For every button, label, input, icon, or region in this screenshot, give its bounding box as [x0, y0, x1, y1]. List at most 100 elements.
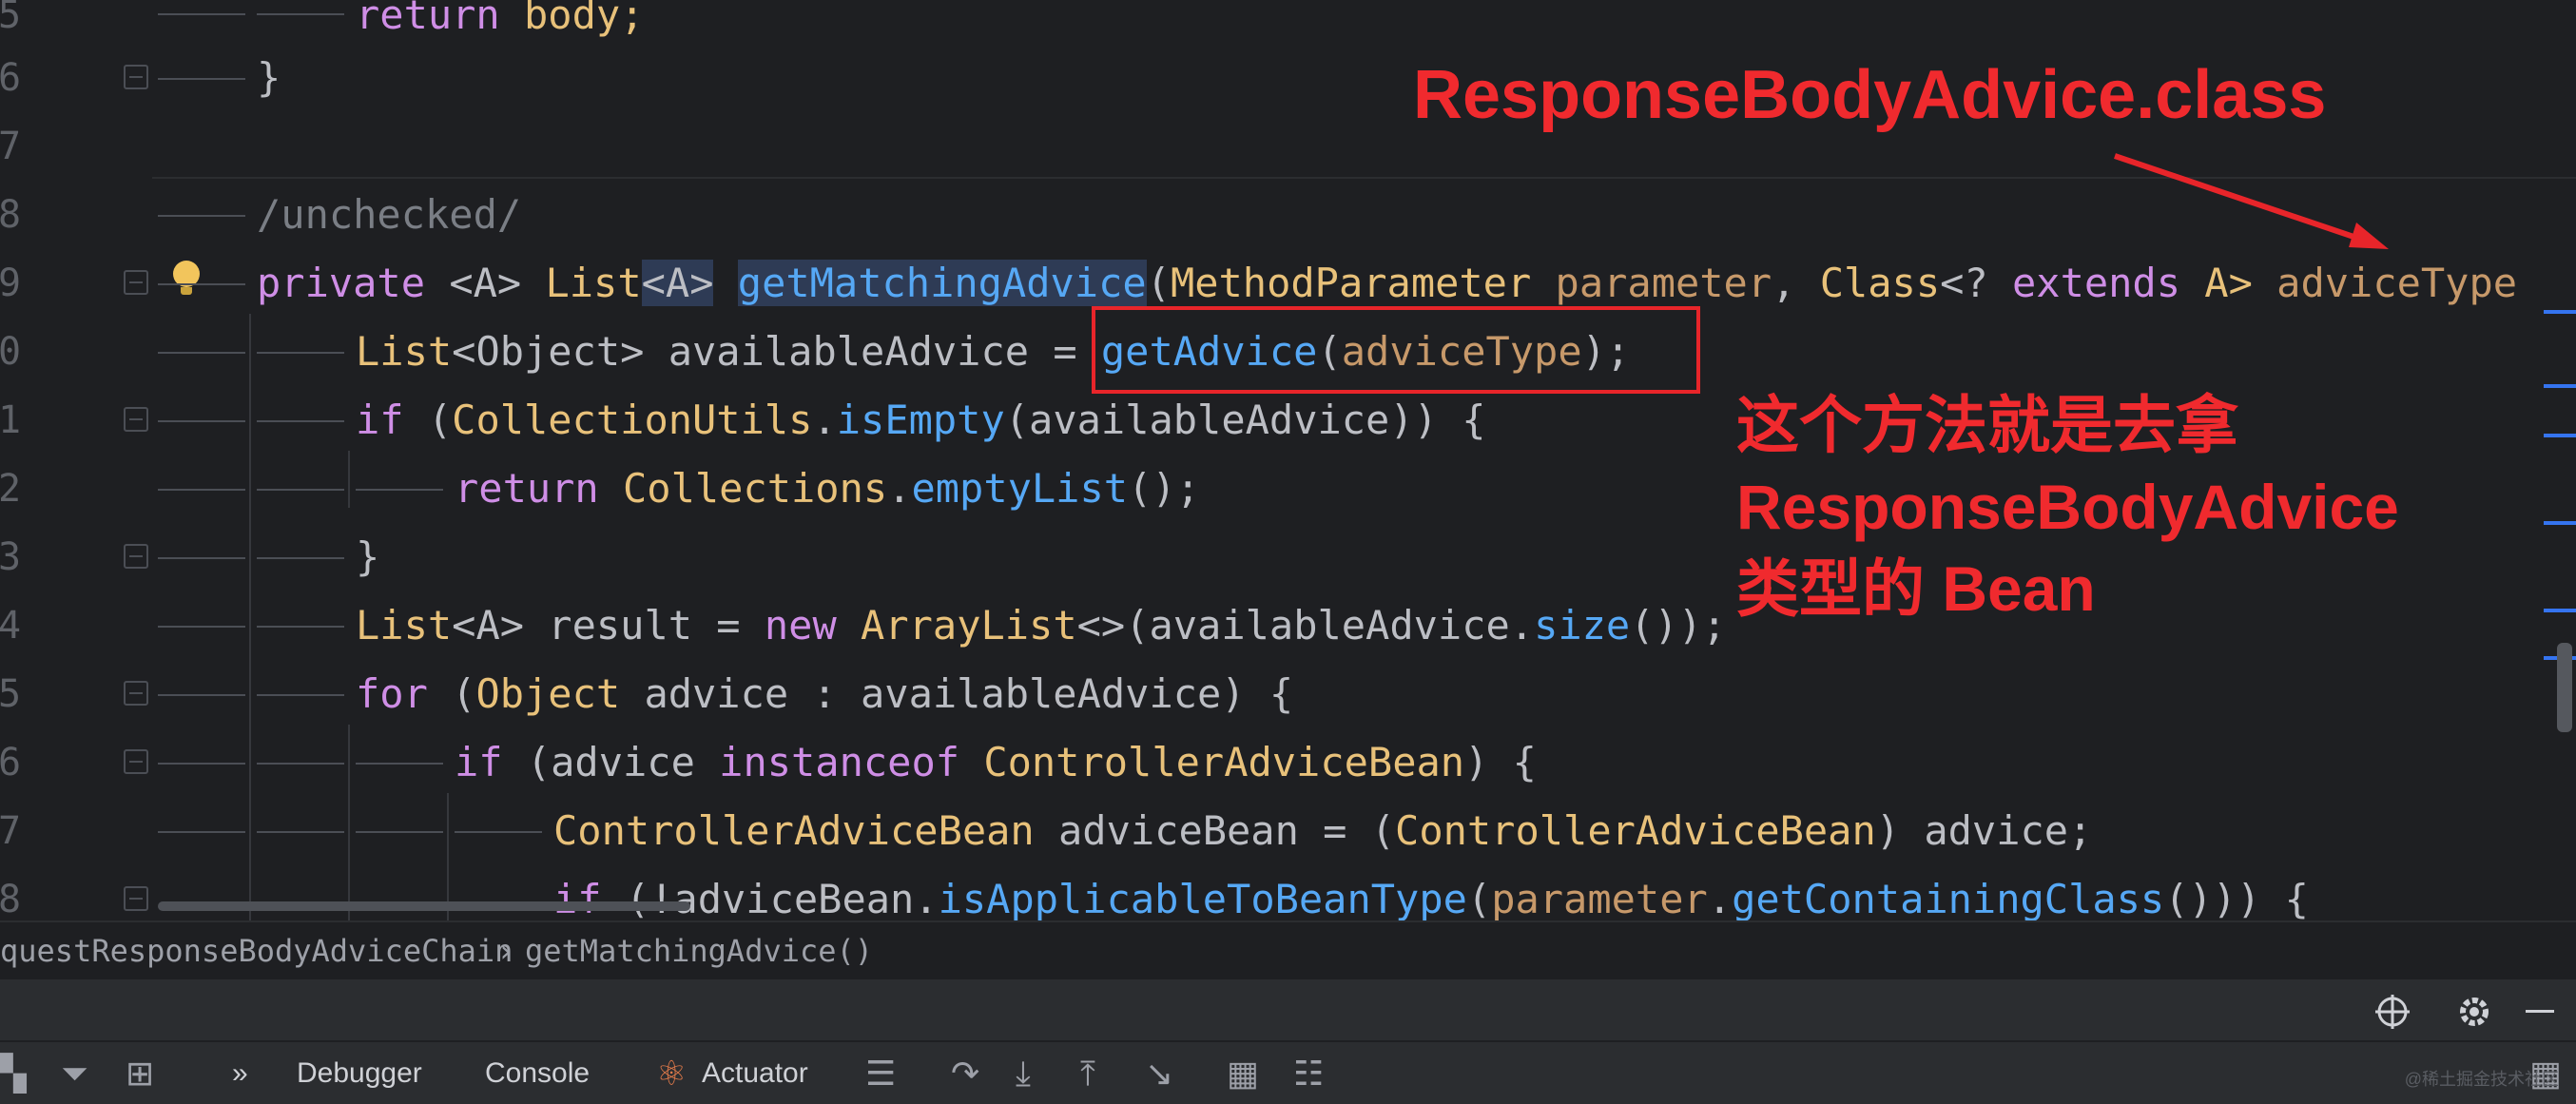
tab-console[interactable]: Console: [485, 1042, 590, 1104]
keyword: for: [356, 670, 428, 717]
method-call: isApplicableToBeanType: [938, 876, 1467, 920]
type-name: Object: [475, 670, 621, 717]
type-name: ControllerAdviceBean: [553, 807, 1035, 854]
code-text: <Object>: [452, 328, 645, 375]
code-line[interactable]: return body;: [356, 0, 644, 49]
code-text: (advice: [502, 739, 720, 785]
keyword: private: [257, 260, 426, 306]
scroll-marker: [2544, 609, 2576, 612]
indent-dash: [455, 831, 542, 833]
keyword: if: [356, 397, 404, 443]
code-line[interactable]: }: [257, 44, 281, 112]
step-over-icon[interactable]: ↷: [951, 1042, 979, 1104]
code-line[interactable]: if (!adviceBean.isApplicableToBeanType(p…: [553, 865, 2309, 920]
type-name: List: [356, 328, 453, 375]
code-line[interactable]: for (Object advice : availableAdvice) {: [356, 660, 1293, 728]
code-text: (: [403, 397, 453, 443]
indent-dash: [158, 626, 245, 628]
code-text: (!adviceBean.: [601, 876, 939, 920]
code-line[interactable]: ControllerAdviceBean adviceBean = (Contr…: [553, 797, 2092, 865]
fold-marker-icon[interactable]: [124, 270, 148, 295]
indent-dash: [158, 215, 245, 217]
code-line[interactable]: }: [356, 523, 379, 591]
line-number: 6: [0, 56, 22, 100]
tab-debugger[interactable]: Debugger: [297, 1042, 422, 1104]
code-text: <?: [1940, 260, 2012, 306]
code-editor[interactable]: 5 6 7 8 9 0 1 2 3 4 5 6 7 8 return body;: [0, 0, 2576, 920]
step-into-icon[interactable]: ⤓: [1016, 1042, 1031, 1104]
vertical-scrollbar[interactable]: [2557, 643, 2572, 732]
filter-icon[interactable]: ⏷: [61, 1042, 88, 1104]
method-call: size: [1534, 602, 1631, 649]
fold-marker-icon[interactable]: [124, 886, 148, 911]
indent-guide: [249, 314, 251, 920]
overflow-button[interactable]: »: [232, 1042, 248, 1104]
add-frame-icon[interactable]: ⊞: [126, 1042, 154, 1104]
code-line[interactable]: /unchecked/: [257, 181, 521, 249]
line-number: 3: [0, 535, 22, 579]
breadcrumb-separator: ›: [496, 933, 515, 969]
code-text: <A>: [449, 260, 522, 306]
code-line[interactable]: if (CollectionUtils.isEmpty(availableAdv…: [356, 386, 1486, 455]
layout-grid-icon[interactable]: ▚: [0, 1042, 27, 1104]
code-text: <A>: [452, 602, 525, 649]
type-name: List: [545, 260, 642, 306]
code-text: adviceBean = (: [1034, 807, 1396, 854]
step-out-icon[interactable]: ⤒: [1080, 1042, 1095, 1104]
fold-marker-icon[interactable]: [124, 544, 148, 569]
code-line[interactable]: return Collections.emptyList();: [455, 455, 1200, 523]
indent-dash: [158, 283, 245, 285]
annotation-side-1: 这个方法就是去拿: [1736, 390, 2238, 460]
indent-dash: [158, 78, 245, 80]
crosshair-icon[interactable]: [2373, 993, 2411, 1031]
annotation-side-2: ResponseBodyAdvice: [1736, 472, 2399, 542]
scroll-marker: [2544, 384, 2576, 388]
fold-marker-icon[interactable]: [124, 407, 148, 432]
evaluate-icon[interactable]: ▦: [1227, 1042, 1259, 1104]
type-name: Collections: [623, 465, 888, 512]
indent-dash: [257, 626, 344, 628]
menu-icon[interactable]: ☰: [865, 1042, 896, 1104]
indent-dash: [257, 694, 344, 696]
run-to-cursor-icon[interactable]: ↘: [1145, 1042, 1173, 1104]
code-text: ) advice;: [1875, 807, 2093, 854]
indent-dash: [158, 763, 245, 765]
minimize-icon[interactable]: [2526, 1010, 2554, 1013]
type-name: ArrayList: [861, 602, 1077, 649]
code-text: .: [887, 465, 912, 512]
method-name: getMatchingAdvice: [737, 260, 1147, 306]
code-line[interactable]: if (advice instanceof ControllerAdviceBe…: [455, 728, 1537, 797]
actuator-icon: ⚛: [656, 1054, 688, 1093]
arrow-icon: [2114, 153, 2389, 249]
tab-actuator[interactable]: Actuator: [702, 1042, 808, 1104]
indent-dash: [158, 13, 245, 15]
code-text: ) {: [1464, 739, 1537, 785]
type-name: ControllerAdviceBean: [983, 739, 1465, 785]
fold-marker-icon[interactable]: [124, 681, 148, 706]
line-number: 4: [0, 604, 22, 648]
breadcrumb-item[interactable]: questResponseBodyAdviceChain: [0, 922, 513, 979]
debug-toolbar: ▚ ⏷ ⊞ » Debugger Console ⚛ Actuator ☰ ↷ …: [0, 1040, 2576, 1104]
keyword: extends: [2012, 260, 2181, 306]
code-text: (availableAdvice)) {: [1004, 397, 1486, 443]
tool-window-header: [0, 979, 2576, 1040]
line-number: 1: [0, 398, 22, 442]
fold-marker-icon[interactable]: [124, 749, 148, 774]
indent-dash: [158, 420, 245, 422]
trace-icon[interactable]: ☷: [1293, 1042, 1324, 1104]
indent-dash: [257, 420, 344, 422]
code-line[interactable]: List<A> result = new ArrayList<>(availab…: [356, 591, 1726, 660]
scroll-marker: [2544, 521, 2576, 525]
keyword: instanceof: [719, 739, 960, 785]
line-number: 2: [0, 467, 22, 511]
horizontal-scrollbar[interactable]: [158, 901, 690, 911]
keyword: return: [455, 465, 599, 512]
gear-icon[interactable]: [2455, 993, 2493, 1031]
param-name: adviceType: [2276, 260, 2518, 306]
type-name: MethodParameter: [1170, 260, 1532, 306]
indent-dash: [158, 831, 245, 833]
code-text: ();: [1128, 465, 1200, 512]
fold-marker-icon[interactable]: [124, 65, 148, 89]
breadcrumb-item[interactable]: getMatchingAdvice(): [525, 922, 873, 979]
indent-dash: [158, 352, 245, 354]
